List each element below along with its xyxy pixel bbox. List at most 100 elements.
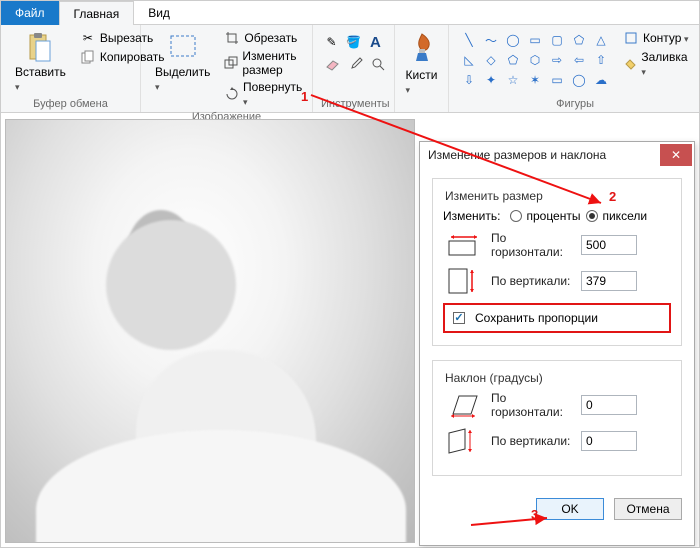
keep-aspect-indicator xyxy=(453,312,465,324)
rotate-label: Повернуть xyxy=(243,80,304,108)
paste-button[interactable]: Вставить xyxy=(9,29,72,95)
skew-v-icon xyxy=(443,427,481,455)
fill-icon[interactable]: 🪣 xyxy=(346,33,361,51)
skew-v-input[interactable] xyxy=(581,431,637,451)
tab-home[interactable]: Главная xyxy=(59,1,135,25)
magnifier-icon[interactable] xyxy=(371,55,385,73)
shape-line[interactable]: ╲ xyxy=(459,31,479,49)
resize-v-label: По вертикали: xyxy=(491,274,571,288)
outline-icon xyxy=(623,30,639,46)
fillshape-icon xyxy=(623,56,637,72)
close-icon: ✕ xyxy=(671,148,681,162)
group-clipboard: Вставить ✂ Вырезать Копировать Буфер обм… xyxy=(1,25,141,112)
paste-label: Вставить xyxy=(15,65,66,93)
crop-icon xyxy=(224,30,240,46)
resize-h-label: По горизонтали: xyxy=(491,231,571,259)
copy-icon xyxy=(80,49,96,65)
radio-pixels-indicator xyxy=(586,210,598,222)
ribbon: Вставить ✂ Вырезать Копировать Буфер обм… xyxy=(1,25,699,113)
resize-legend: Изменить размер xyxy=(441,189,547,203)
resize-h-input[interactable] xyxy=(581,235,637,255)
shape-star6[interactable]: ✶ xyxy=(525,71,545,89)
resize-button[interactable]: Изменить размер xyxy=(220,48,307,78)
resize-icon xyxy=(224,55,238,71)
skew-h-label: По горизонтали: xyxy=(491,391,571,419)
shape-star5[interactable]: ☆ xyxy=(503,71,523,89)
shape-roundrect[interactable]: ▢ xyxy=(547,31,567,49)
text-icon[interactable]: A xyxy=(369,33,382,51)
shape-curve[interactable]: 〜 xyxy=(481,31,501,49)
shape-rtriangle[interactable]: ◺ xyxy=(459,51,479,69)
cut-icon: ✂ xyxy=(80,30,96,46)
radio-pixels-label: пиксели xyxy=(602,209,647,223)
select-icon xyxy=(167,31,199,63)
shape-oval[interactable]: ◯ xyxy=(503,31,523,49)
shape-pentagon[interactable]: ⬠ xyxy=(503,51,523,69)
shape-star4[interactable]: ✦ xyxy=(481,71,501,89)
brushes-button[interactable]: Кисти xyxy=(403,29,440,98)
shape-callout-cloud[interactable]: ☁ xyxy=(591,71,611,89)
skew-h-input[interactable] xyxy=(581,395,637,415)
group-image: Выделить Обрезать Изменить размер Поверн… xyxy=(141,25,313,112)
brush-icon xyxy=(407,31,437,68)
keep-aspect-checkbox[interactable]: Сохранить пропорции xyxy=(453,311,661,325)
shape-callout-oval[interactable]: ◯ xyxy=(569,71,589,89)
ok-button[interactable]: OK xyxy=(536,498,604,520)
rotate-icon xyxy=(224,86,239,102)
group-clipboard-label: Буфер обмена xyxy=(9,96,132,110)
group-shapes: ╲ 〜 ◯ ▭ ▢ ⬠ △ ◺ ◇ ⬠ ⬡ ⇨ ⇦ ⇧ ⇩ ✦ ☆ ✶ ▭ ◯ xyxy=(449,25,700,112)
group-tools: ✎ 🪣 A Инструменты xyxy=(313,25,395,112)
group-tools-label: Инструменты xyxy=(321,96,386,110)
crop-button[interactable]: Обрезать xyxy=(220,29,307,47)
shape-hexagon[interactable]: ⬡ xyxy=(525,51,545,69)
radio-percent-indicator xyxy=(510,210,522,222)
group-brushes: Кисти xyxy=(395,25,449,112)
shapes-gallery[interactable]: ╲ 〜 ◯ ▭ ▢ ⬠ △ ◺ ◇ ⬠ ⬡ ⇨ ⇦ ⇧ ⇩ ✦ ☆ ✶ ▭ ◯ xyxy=(457,29,613,91)
shape-arrow-d[interactable]: ⇩ xyxy=(459,71,479,89)
radio-percent-label: проценты xyxy=(526,209,580,223)
tab-view[interactable]: Вид xyxy=(134,1,184,25)
radio-pixels[interactable]: пиксели xyxy=(586,209,647,223)
shape-arrow-u[interactable]: ⇧ xyxy=(591,51,611,69)
dialog-titlebar: Изменение размеров и наклона ✕ xyxy=(420,142,694,168)
fill-button[interactable]: Заливка xyxy=(619,49,693,79)
resize-label: Изменить размер xyxy=(242,49,303,77)
outline-label: Контур xyxy=(643,31,689,45)
rotate-button[interactable]: Повернуть xyxy=(220,79,307,109)
annotation-highlight-box: Сохранить пропорции xyxy=(443,303,671,333)
shape-polygon[interactable]: ⬠ xyxy=(569,31,589,49)
select-label: Выделить xyxy=(155,65,210,93)
shape-diamond[interactable]: ◇ xyxy=(481,51,501,69)
skew-fieldset: Наклон (градусы) По горизонтали: По верт… xyxy=(432,360,682,476)
shape-triangle[interactable]: △ xyxy=(591,31,611,49)
group-shapes-label: Фигуры xyxy=(457,96,693,110)
canvas[interactable] xyxy=(5,119,415,543)
select-button[interactable]: Выделить xyxy=(149,29,216,95)
shape-callout-rect[interactable]: ▭ xyxy=(547,71,567,89)
radio-percent[interactable]: проценты xyxy=(510,209,580,223)
eraser-icon[interactable] xyxy=(325,55,341,73)
paste-icon xyxy=(24,31,56,63)
skew-legend: Наклон (градусы) xyxy=(441,371,547,385)
skew-v-label: По вертикали: xyxy=(491,434,571,448)
outline-button[interactable]: Контур xyxy=(619,29,693,47)
resize-fieldset: Изменить размер Изменить: проценты пиксе… xyxy=(432,178,682,346)
shape-arrow-l[interactable]: ⇦ xyxy=(569,51,589,69)
close-button[interactable]: ✕ xyxy=(660,144,692,166)
shape-rect[interactable]: ▭ xyxy=(525,31,545,49)
skew-h-icon xyxy=(443,391,481,419)
brushes-label: Кисти xyxy=(406,68,438,96)
resize-v-input[interactable] xyxy=(581,271,637,291)
resize-by-label: Изменить: xyxy=(443,209,500,223)
resize-dialog: Изменение размеров и наклона ✕ Изменить … xyxy=(419,141,695,546)
cancel-button[interactable]: Отмена xyxy=(614,498,682,520)
shape-arrow-r[interactable]: ⇨ xyxy=(547,51,567,69)
fill-label: Заливка xyxy=(641,50,689,78)
keep-aspect-label: Сохранить пропорции xyxy=(475,311,598,325)
crop-label: Обрезать xyxy=(244,31,297,45)
pencil-icon[interactable]: ✎ xyxy=(325,33,338,51)
picker-icon[interactable] xyxy=(349,55,363,73)
tab-file[interactable]: Файл xyxy=(1,1,59,25)
horizontal-icon xyxy=(443,231,481,259)
vertical-icon xyxy=(443,267,481,295)
